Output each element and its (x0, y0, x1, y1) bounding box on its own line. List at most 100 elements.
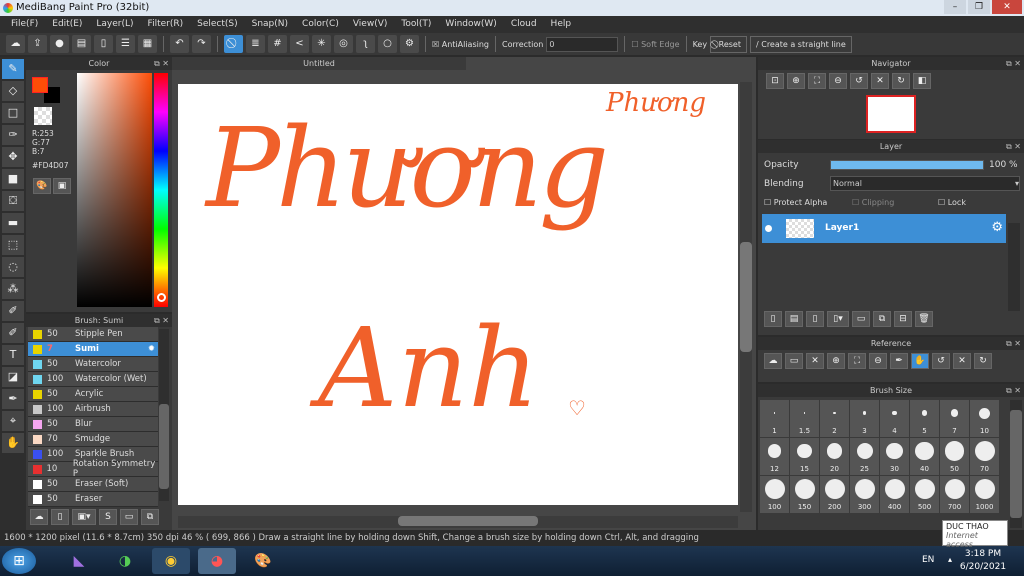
menu-view[interactable]: View(V) (346, 16, 395, 33)
brush-item[interactable]: 50 Stipple Pen (28, 327, 158, 342)
share-icon[interactable]: ⇪ (28, 35, 47, 53)
reset-button[interactable]: ⃠ Reset (710, 35, 747, 53)
brush-item[interactable]: 50 Eraser (28, 492, 158, 507)
vertical-scrollbar[interactable] (740, 82, 752, 512)
flip-icon[interactable]: ◧ (913, 73, 931, 89)
menu-color[interactable]: Color(C) (295, 16, 346, 33)
brush-item[interactable]: 50 Acrylic (28, 387, 158, 402)
brush-size-cell[interactable]: 50 (940, 438, 969, 475)
rotate-right-icon[interactable]: ↻ (892, 73, 910, 89)
start-button[interactable]: ⊞ (2, 548, 36, 574)
message-icon[interactable]: ▤ (72, 35, 91, 53)
lasso-icon[interactable]: ◌ (2, 257, 24, 277)
brush-size-cell[interactable]: 300 (850, 476, 879, 513)
cloud-brush-icon[interactable]: ☁ (30, 509, 48, 525)
rotate-left-icon[interactable]: ↺ (850, 73, 868, 89)
brush-size-cell[interactable]: 15 (790, 438, 819, 475)
correction-select[interactable]: 0 (546, 36, 619, 52)
menu-file[interactable]: File(F) (4, 16, 45, 33)
menu-snap[interactable]: Snap(N) (245, 16, 295, 33)
concentric-snap-icon[interactable]: ◎ (334, 35, 353, 53)
merge-layer-icon[interactable]: ⊟ (894, 311, 912, 327)
page-icon[interactable]: ▯ (94, 35, 113, 53)
magic-wand-icon[interactable]: ⁂ (2, 279, 24, 299)
brush-item[interactable]: 50 Blur (28, 417, 158, 432)
brush-size-cell[interactable]: 3 (850, 400, 879, 437)
clipping-checkbox[interactable]: ☐ Clipping (852, 198, 894, 207)
pen-tool-icon[interactable]: ✑ (2, 125, 24, 145)
transparent-color-swatch[interactable] (34, 107, 52, 125)
cloud-icon[interactable]: ☁ (6, 35, 25, 53)
redo-icon[interactable]: ↷ (192, 35, 211, 53)
bucket-icon[interactable]: ⛋ (2, 191, 24, 211)
snap-settings-icon[interactable]: ⚙ (400, 35, 419, 53)
select-eraser-icon[interactable]: ✐ (2, 323, 24, 343)
navigator-thumbnail[interactable] (866, 95, 916, 133)
brush-size-cell[interactable]: 10 (970, 400, 999, 437)
palette-settings-icon[interactable]: ▣ (53, 178, 71, 194)
close-button[interactable]: ✕ (992, 0, 1022, 14)
brush-size-cell[interactable]: 100 (760, 476, 789, 513)
menu-layer[interactable]: Layer(L) (89, 16, 140, 33)
brush-item[interactable]: 100 Airbrush (28, 402, 158, 417)
brush-item[interactable]: 10 Rotation Symmetry P (28, 459, 158, 479)
operation-icon[interactable]: ⌖ (2, 411, 24, 431)
brush-size-cell[interactable]: 2 (820, 400, 849, 437)
ref-hand-icon[interactable]: ✋ (911, 353, 929, 369)
select-rect-icon[interactable]: ⬚ (2, 235, 24, 255)
undo-icon[interactable]: ↶ (170, 35, 189, 53)
layer-row[interactable]: Layer1 ⚙ (762, 214, 1006, 243)
tray-expand-icon[interactable]: ▴ (948, 555, 952, 564)
folder-icon[interactable]: ▭ (120, 509, 138, 525)
eyedropper-icon[interactable]: ✒ (2, 389, 24, 409)
grid-icon[interactable]: ▦ (138, 35, 157, 53)
menu-cloud[interactable]: Cloud (504, 16, 544, 33)
layer-folder-icon[interactable]: ▭ (852, 311, 870, 327)
panel-popout-close-icon[interactable]: ⧉ ✕ (154, 57, 169, 70)
brush-script-icon[interactable]: S (99, 509, 117, 525)
ref-reset-icon[interactable]: ✕ (953, 353, 971, 369)
ref-eyedropper-icon[interactable]: ✒ (890, 353, 908, 369)
hue-handle[interactable] (157, 293, 166, 302)
paint-icon[interactable]: 🎨 (244, 548, 282, 574)
brush-size-cell[interactable]: 1.5 (790, 400, 819, 437)
new-halftone-layer-icon[interactable]: ▤ (785, 311, 803, 327)
ref-rotate-right-icon[interactable]: ↻ (974, 353, 992, 369)
brush-size-cell[interactable]: 4 (880, 400, 909, 437)
brush-size-cell[interactable]: 1 (760, 400, 789, 437)
ref-fit-icon[interactable]: ⛶ (848, 353, 866, 369)
ref-rotate-left-icon[interactable]: ↺ (932, 353, 950, 369)
brush-size-cell[interactable]: 25 (850, 438, 879, 475)
menu-tool[interactable]: Tool(T) (394, 16, 438, 33)
opacity-slider[interactable] (830, 160, 984, 170)
minimize-button[interactable]: – (944, 0, 966, 14)
brush-item[interactable]: 7 Sumi ✹ (28, 342, 158, 357)
chrome-icon[interactable]: ◉ (152, 548, 190, 574)
move-tool-icon[interactable]: ✥ (2, 147, 24, 167)
panel-popout-close-icon[interactable]: ⧉ ✕ (1006, 337, 1021, 350)
menu-edit[interactable]: Edit(E) (45, 16, 89, 33)
protect-alpha-checkbox[interactable]: ☐ Protect Alpha (764, 198, 827, 207)
layer-scrollbar[interactable] (1008, 223, 1020, 311)
panel-popout-close-icon[interactable]: ⧉ ✕ (1006, 140, 1021, 153)
brush-size-cell[interactable]: 500 (910, 476, 939, 513)
menu-help[interactable]: Help (544, 16, 579, 33)
new-brush-icon[interactable]: ▯ (51, 509, 69, 525)
brush-size-cell[interactable]: 12 (760, 438, 789, 475)
ref-zoom-out-icon[interactable]: ⊖ (869, 353, 887, 369)
duplicate-layer-icon[interactable]: ⧉ (873, 311, 891, 327)
brush-item[interactable]: 70 Smudge (28, 432, 158, 447)
brush-settings-icon[interactable]: ✹ (148, 344, 155, 354)
eraser-tool-icon[interactable]: ◇ (2, 81, 24, 101)
brush-item[interactable]: 50 Eraser (Soft) (28, 477, 158, 492)
app-icon-green[interactable]: ◑ (106, 548, 144, 574)
panel-popout-close-icon[interactable]: ⧉ ✕ (1006, 384, 1021, 397)
hand-icon[interactable]: ✋ (2, 433, 24, 453)
antialiasing-checkbox[interactable]: ☒ AntiAliasing (432, 40, 489, 49)
gradient-icon[interactable]: ▬ (2, 213, 24, 233)
brush-size-cell[interactable]: 7 (940, 400, 969, 437)
brush-size-cell[interactable]: 200 (820, 476, 849, 513)
panel-popout-close-icon[interactable]: ⧉ ✕ (154, 314, 169, 327)
duplicate-icon[interactable]: ⧉ (141, 509, 159, 525)
snap-off-icon[interactable]: ⃠ (224, 35, 243, 53)
